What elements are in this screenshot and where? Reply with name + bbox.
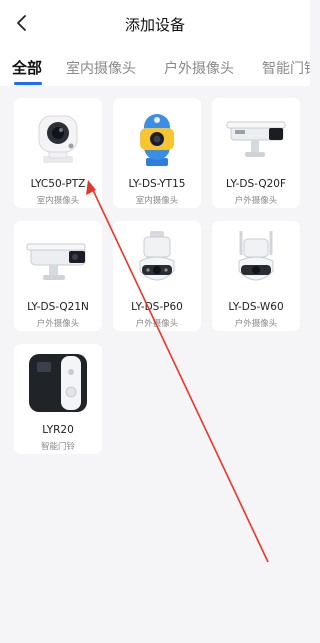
device-category: 户外摄像头: [135, 319, 179, 329]
page-title: 添加设备: [124, 16, 185, 34]
device-name: LY-DS-Q21N: [27, 301, 89, 313]
device-card-ly-ds-q20f[interactable]: LY-DS-Q20F 户外摄像头: [212, 98, 300, 208]
kids-camera-icon: [140, 114, 174, 166]
category-tabs: 全部 室内摄像头 户外摄像头 智能门铃: [0, 46, 310, 86]
device-name: LY-DS-W60: [228, 301, 284, 313]
tab-outdoor-camera[interactable]: 户外摄像头: [164, 58, 234, 78]
device-name: LY-DS-Q20F: [225, 178, 286, 190]
device-name: LYC50-PTZ: [30, 178, 86, 190]
device-card-lyr20[interactable]: LYR20 智能门铃: [14, 344, 102, 454]
tab-all[interactable]: 全部: [12, 57, 42, 78]
device-card-lyc50-ptz[interactable]: LYC50-PTZ 室内摄像头: [14, 98, 102, 208]
app-header: 添加设备: [0, 0, 310, 46]
device-category: 室内摄像头: [36, 196, 80, 206]
device-card-ly-ds-q21n[interactable]: LY-DS-Q21N 户外摄像头: [14, 221, 102, 331]
device-category: 户外摄像头: [234, 196, 278, 206]
device-category: 户外摄像头: [36, 319, 80, 329]
bullet-camera-icon: [26, 243, 86, 280]
device-category: 户外摄像头: [234, 319, 278, 329]
dome-camera-icon: [139, 231, 175, 281]
bullet-camera-icon: [226, 121, 286, 157]
device-card-ly-ds-w60[interactable]: LY-DS-W60 户外摄像头: [212, 221, 300, 331]
tab-smart-doorbell[interactable]: 智能门铃: [262, 58, 310, 78]
device-name: LY-DS-P60: [131, 301, 183, 313]
device-name: LYR20: [42, 424, 74, 436]
device-card-ly-ds-yt15[interactable]: LY-DS-YT15 室内摄像头: [113, 98, 201, 208]
ptz-camera-icon: [38, 115, 78, 163]
device-name: LY-DS-YT15: [128, 178, 186, 190]
device-category: 智能门铃: [40, 442, 75, 452]
dome-camera-icon: [238, 231, 274, 281]
active-tab-indicator: [14, 82, 42, 85]
device-card-ly-ds-p60[interactable]: LY-DS-P60 户外摄像头: [113, 221, 201, 331]
device-category: 室内摄像头: [135, 196, 179, 206]
tab-indoor-camera[interactable]: 室内摄像头: [66, 58, 136, 78]
doorbell-icon: [29, 354, 87, 412]
